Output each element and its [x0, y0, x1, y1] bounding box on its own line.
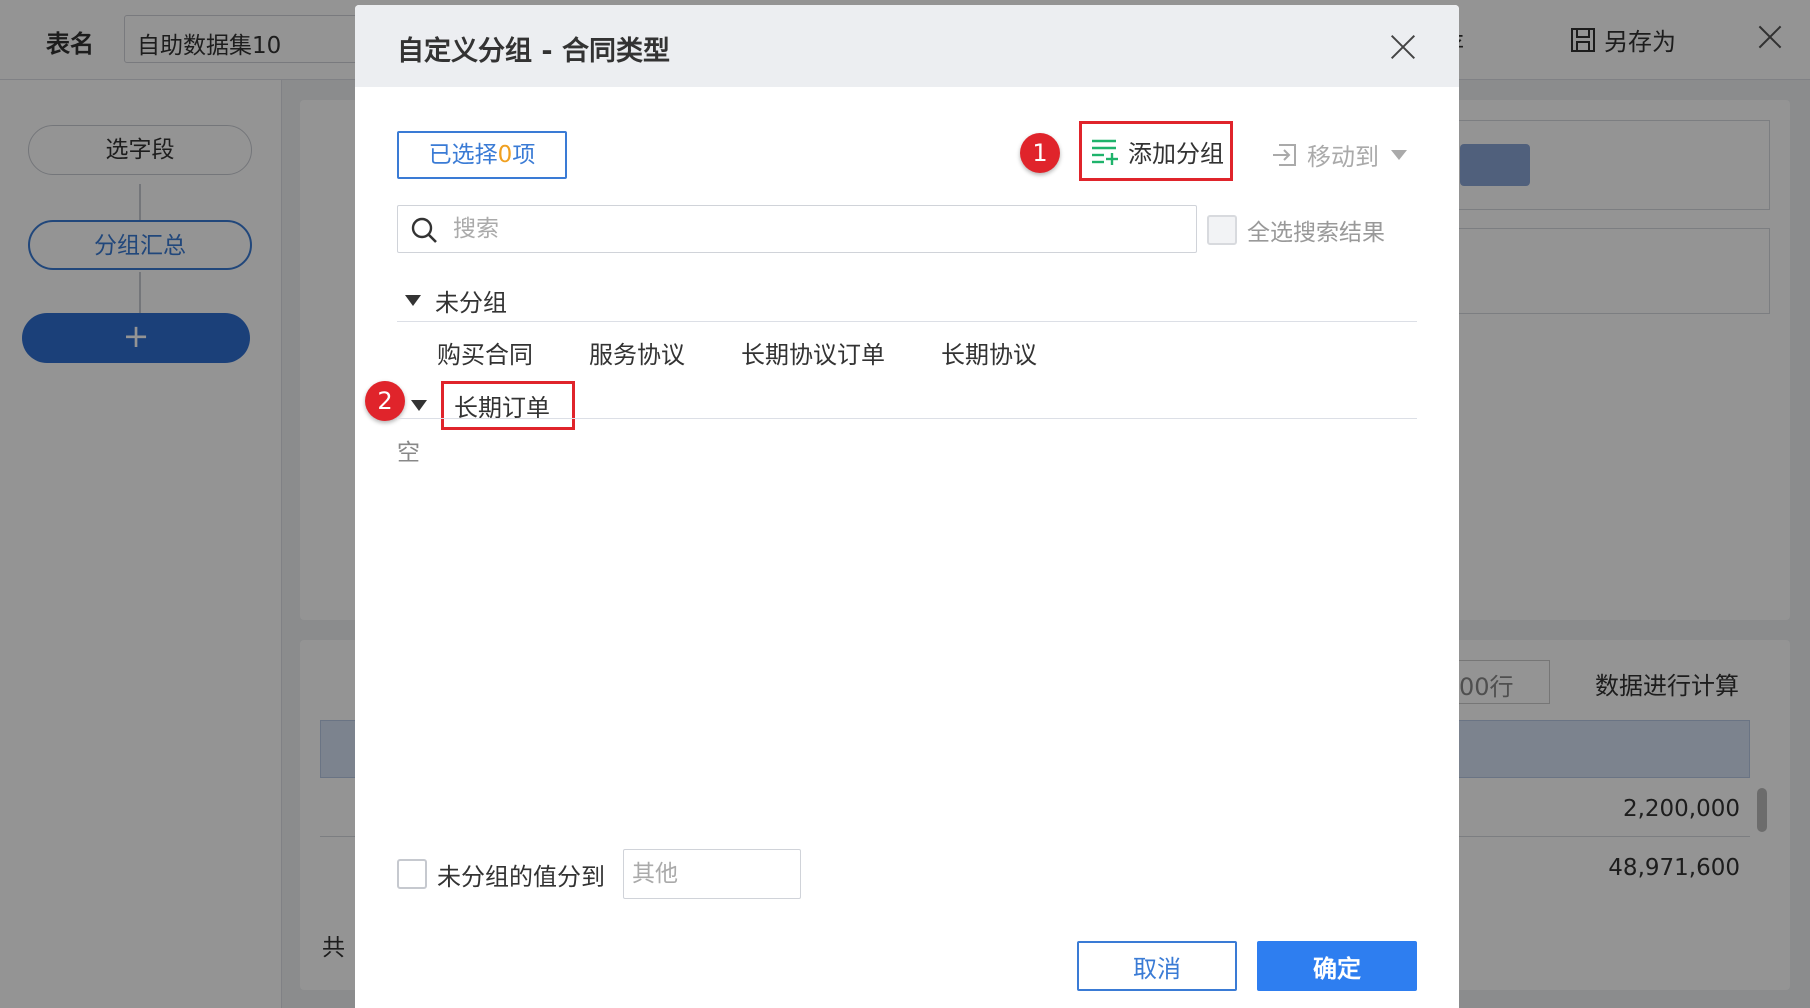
- ungrouped-to-label: 未分组的值分到: [437, 862, 605, 891]
- list-item[interactable]: 长期协议: [941, 331, 1037, 374]
- empty-group-text: 空: [397, 440, 420, 466]
- list-item[interactable]: 服务协议: [589, 331, 685, 374]
- selected-count: 0: [497, 142, 513, 168]
- selected-count-button[interactable]: 已选择0项: [397, 131, 567, 179]
- annotation-badge-1: 1: [1020, 133, 1060, 173]
- chevron-down-icon: [1391, 149, 1407, 160]
- dialog-title: 自定义分组 - 合同类型: [397, 36, 671, 67]
- move-to-icon: [1273, 143, 1296, 166]
- add-group-button[interactable]: 添加分组: [1079, 121, 1233, 181]
- select-all-results[interactable]: 全选搜索结果: [1207, 213, 1385, 247]
- annotation-badge-2: 2: [365, 381, 405, 421]
- group-header-long-term-orders[interactable]: 长期订单: [411, 381, 575, 430]
- selected-suffix: 项: [512, 142, 536, 168]
- cancel-button[interactable]: 取消: [1077, 941, 1237, 991]
- group-header-ungrouped[interactable]: 未分组: [405, 283, 507, 318]
- ungrouped-items: 购买合同 服务协议 长期协议订单 长期协议: [437, 331, 1037, 374]
- caret-down-icon[interactable]: [405, 295, 421, 306]
- group-name: 未分组: [435, 289, 507, 317]
- search-input[interactable]: [453, 206, 1183, 252]
- other-group-input[interactable]: [623, 849, 801, 899]
- ungrouped-to-row: 未分组的值分到: [397, 849, 801, 899]
- add-group-icon: [1092, 139, 1118, 165]
- move-to-label: 移动到: [1307, 143, 1379, 171]
- move-to-dropdown[interactable]: 移动到: [1271, 137, 1407, 172]
- ok-button[interactable]: 确定: [1257, 941, 1417, 991]
- caret-down-icon[interactable]: [411, 400, 427, 411]
- list-item[interactable]: 长期协议订单: [741, 331, 885, 374]
- add-group-label: 添加分组: [1128, 139, 1224, 168]
- group-divider: [397, 418, 1417, 419]
- selected-prefix: 已选择: [428, 142, 498, 168]
- search-icon: [411, 217, 437, 243]
- select-all-label: 全选搜索结果: [1247, 220, 1385, 246]
- select-all-checkbox[interactable]: [1207, 215, 1237, 245]
- group-divider: [397, 321, 1417, 322]
- close-icon[interactable]: [1389, 33, 1417, 61]
- dialog-header: 自定义分组 - 合同类型: [355, 5, 1459, 87]
- ungrouped-to-checkbox[interactable]: [397, 859, 427, 889]
- list-item[interactable]: 购买合同: [437, 331, 533, 374]
- group-name[interactable]: 长期订单: [441, 381, 575, 430]
- search-field[interactable]: [397, 205, 1197, 253]
- custom-group-dialog: 自定义分组 - 合同类型 已选择0项 1 添加分组 移动到 全选搜索结果 未分组…: [355, 5, 1459, 1008]
